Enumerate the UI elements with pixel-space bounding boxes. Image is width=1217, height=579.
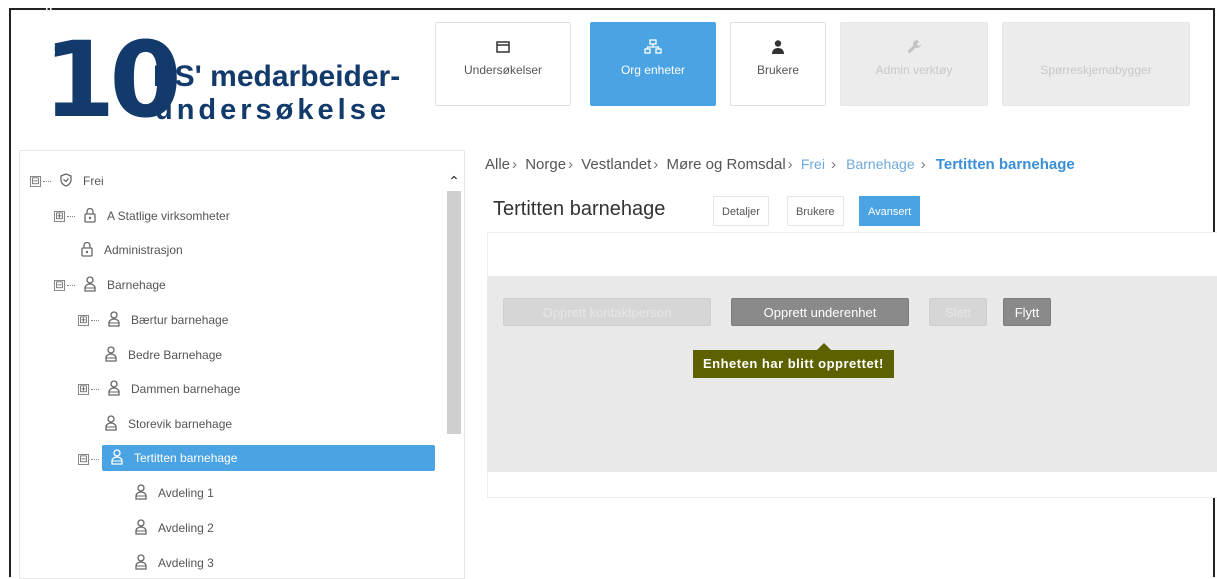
window-icon: [436, 39, 570, 57]
lock-node-icon: [81, 207, 99, 226]
tree-item-avdeling-2[interactable]: Avdeling 2: [132, 515, 332, 541]
blank-icon: [1003, 39, 1189, 57]
org-tree-panel: ⌃ ⊟ Frei ⊞ A Statlige virksomheter Admin…: [19, 150, 465, 579]
shield-icon: [57, 172, 75, 190]
tree-item-a-statlige-virksomheter[interactable]: ⊞ A Statlige virksomheter: [54, 203, 314, 229]
tree-item-barnehage[interactable]: ⊟ Barnehage: [54, 272, 254, 298]
breadcrumb-current: Tertitten barnehage: [935, 156, 1075, 173]
nav-label: Undersøkelser: [463, 63, 543, 77]
tree-item-frei[interactable]: ⊟ Frei: [30, 168, 230, 194]
nav-brukere-button[interactable]: Brukere: [730, 22, 826, 106]
org-node-icon: [105, 310, 123, 330]
tree-item-label: Avdeling 3: [158, 556, 214, 570]
org-node-icon: [132, 518, 150, 538]
panel-header: [487, 232, 1217, 276]
nav-sporreskjemabygger-button[interactable]: Spørreskjemabygger: [1002, 22, 1190, 106]
header: 10 FAKTOR KS' medarbeider- undersøkelse …: [11, 3, 1213, 148]
page-title: Tertitten barnehage: [493, 198, 666, 220]
nav-label: Org enheter: [620, 63, 686, 77]
org-node-icon: [132, 553, 150, 573]
collapse-icon[interactable]: ⊟: [54, 279, 65, 291]
tree-item-avdeling-1[interactable]: Avdeling 1: [132, 480, 332, 506]
scrollbar-thumb[interactable]: [447, 191, 461, 434]
nav-label: Spørreskjemabygger: [1040, 63, 1152, 77]
tree-item-storevik-barnehage[interactable]: Storevik barnehage: [102, 411, 302, 437]
tree-item-label: Storevik barnehage: [128, 417, 233, 431]
breadcrumb-item[interactable]: Møre og Romsdal: [666, 156, 785, 173]
logo[interactable]: 10 FAKTOR KS' medarbeider- undersøkelse: [31, 3, 400, 138]
wrench-icon: [841, 39, 987, 57]
tree-item-label: Bærtur barnehage: [131, 313, 229, 327]
tree-item-bedre-barnehage[interactable]: Bedre Barnehage: [102, 342, 302, 368]
org-node-icon: [102, 345, 120, 365]
tab-brukere[interactable]: Brukere: [787, 196, 844, 226]
tree-item-label: Avdeling 1: [158, 486, 214, 500]
breadcrumb-item[interactable]: Vestlandet: [581, 156, 651, 173]
org-node-icon: [102, 414, 120, 434]
tree-item-tertitten-barnehage[interactable]: Tertitten barnehage: [102, 445, 435, 471]
org-node-icon: [132, 483, 150, 503]
user-icon: [731, 39, 825, 57]
tree-item-label: Frei: [83, 174, 104, 188]
tooltip-text: Enheten har blitt opprettet!: [703, 356, 884, 371]
tree-item-label: Tertitten barnehage: [134, 451, 238, 465]
tab-avansert[interactable]: Avansert: [859, 196, 921, 226]
create-subunit-button[interactable]: Opprett underenhet: [731, 298, 909, 326]
logo-vertical-text: FAKTOR: [43, 2, 58, 62]
panel-footer: [487, 472, 1217, 498]
success-tooltip: Enheten har blitt opprettet!: [693, 343, 894, 378]
org-node-icon: [105, 379, 123, 399]
tree-expander-tertitten[interactable]: ⊟: [78, 446, 102, 472]
expand-icon[interactable]: ⊞: [78, 383, 89, 395]
tree-item-label: Bedre Barnehage: [128, 348, 223, 362]
tab-detaljer[interactable]: Detaljer: [713, 196, 769, 226]
create-contact-button[interactable]: Opprett kontaktperson: [503, 298, 711, 326]
delete-button[interactable]: Slett: [929, 298, 987, 326]
nav-org-enheter-button[interactable]: Org enheter: [590, 22, 716, 106]
org-chart-icon: [591, 39, 715, 57]
tree-item-baertur-barnehage[interactable]: ⊞ Bærtur barnehage: [78, 307, 298, 333]
tree-item-label: Administrasjon: [104, 243, 183, 257]
breadcrumb-item[interactable]: Norge: [525, 156, 566, 173]
tooltip-arrow: [817, 343, 831, 350]
advanced-panel: Opprett kontaktperson Opprett underenhet…: [487, 276, 1217, 472]
tree-item-administrasjon[interactable]: Administrasjon: [78, 237, 278, 263]
main-content: Alle › Norge › Vestlandet › Møre og Romsdal…: [477, 150, 1217, 579]
tree-item-label: A Statlige virksomheter: [107, 209, 230, 223]
scroll-up-icon[interactable]: ⌃: [447, 173, 461, 189]
tree-item-avdeling-3[interactable]: Avdeling 3: [132, 550, 332, 576]
breadcrumb-link[interactable]: Barnehage: [846, 156, 915, 172]
breadcrumb: Alle › Norge › Vestlandet › Møre og Romsdal…: [485, 156, 1075, 173]
move-button[interactable]: Flytt: [1003, 298, 1051, 326]
tree-item-label: Avdeling 2: [158, 521, 214, 535]
breadcrumb-link[interactable]: Frei: [801, 156, 825, 172]
tree-item-dammen-barnehage[interactable]: ⊞ Dammen barnehage: [78, 376, 298, 402]
logo-line-2: undersøkelse: [155, 94, 390, 126]
tree-item-label: Dammen barnehage: [131, 382, 241, 396]
nav-admin-verktoy-button[interactable]: Admin verktøy: [840, 22, 988, 106]
lock-node-icon: [78, 241, 96, 260]
collapse-icon[interactable]: ⊟: [30, 175, 41, 187]
collapse-icon[interactable]: ⊟: [78, 453, 89, 465]
nav-label: Admin verktøy: [875, 63, 953, 77]
org-node-icon: [108, 448, 126, 468]
tree-item-label: Barnehage: [107, 278, 166, 292]
expand-icon[interactable]: ⊞: [78, 314, 89, 326]
logo-line-1: KS' medarbeider-: [153, 60, 401, 93]
app-frame: 10 FAKTOR KS' medarbeider- undersøkelse …: [9, 3, 1217, 579]
org-node-icon: [81, 275, 99, 295]
breadcrumb-item[interactable]: Alle: [485, 156, 510, 173]
expand-icon[interactable]: ⊞: [54, 210, 65, 222]
nav-label: Brukere: [756, 63, 800, 77]
nav-undersokelser-button[interactable]: Undersøkelser: [435, 22, 571, 106]
